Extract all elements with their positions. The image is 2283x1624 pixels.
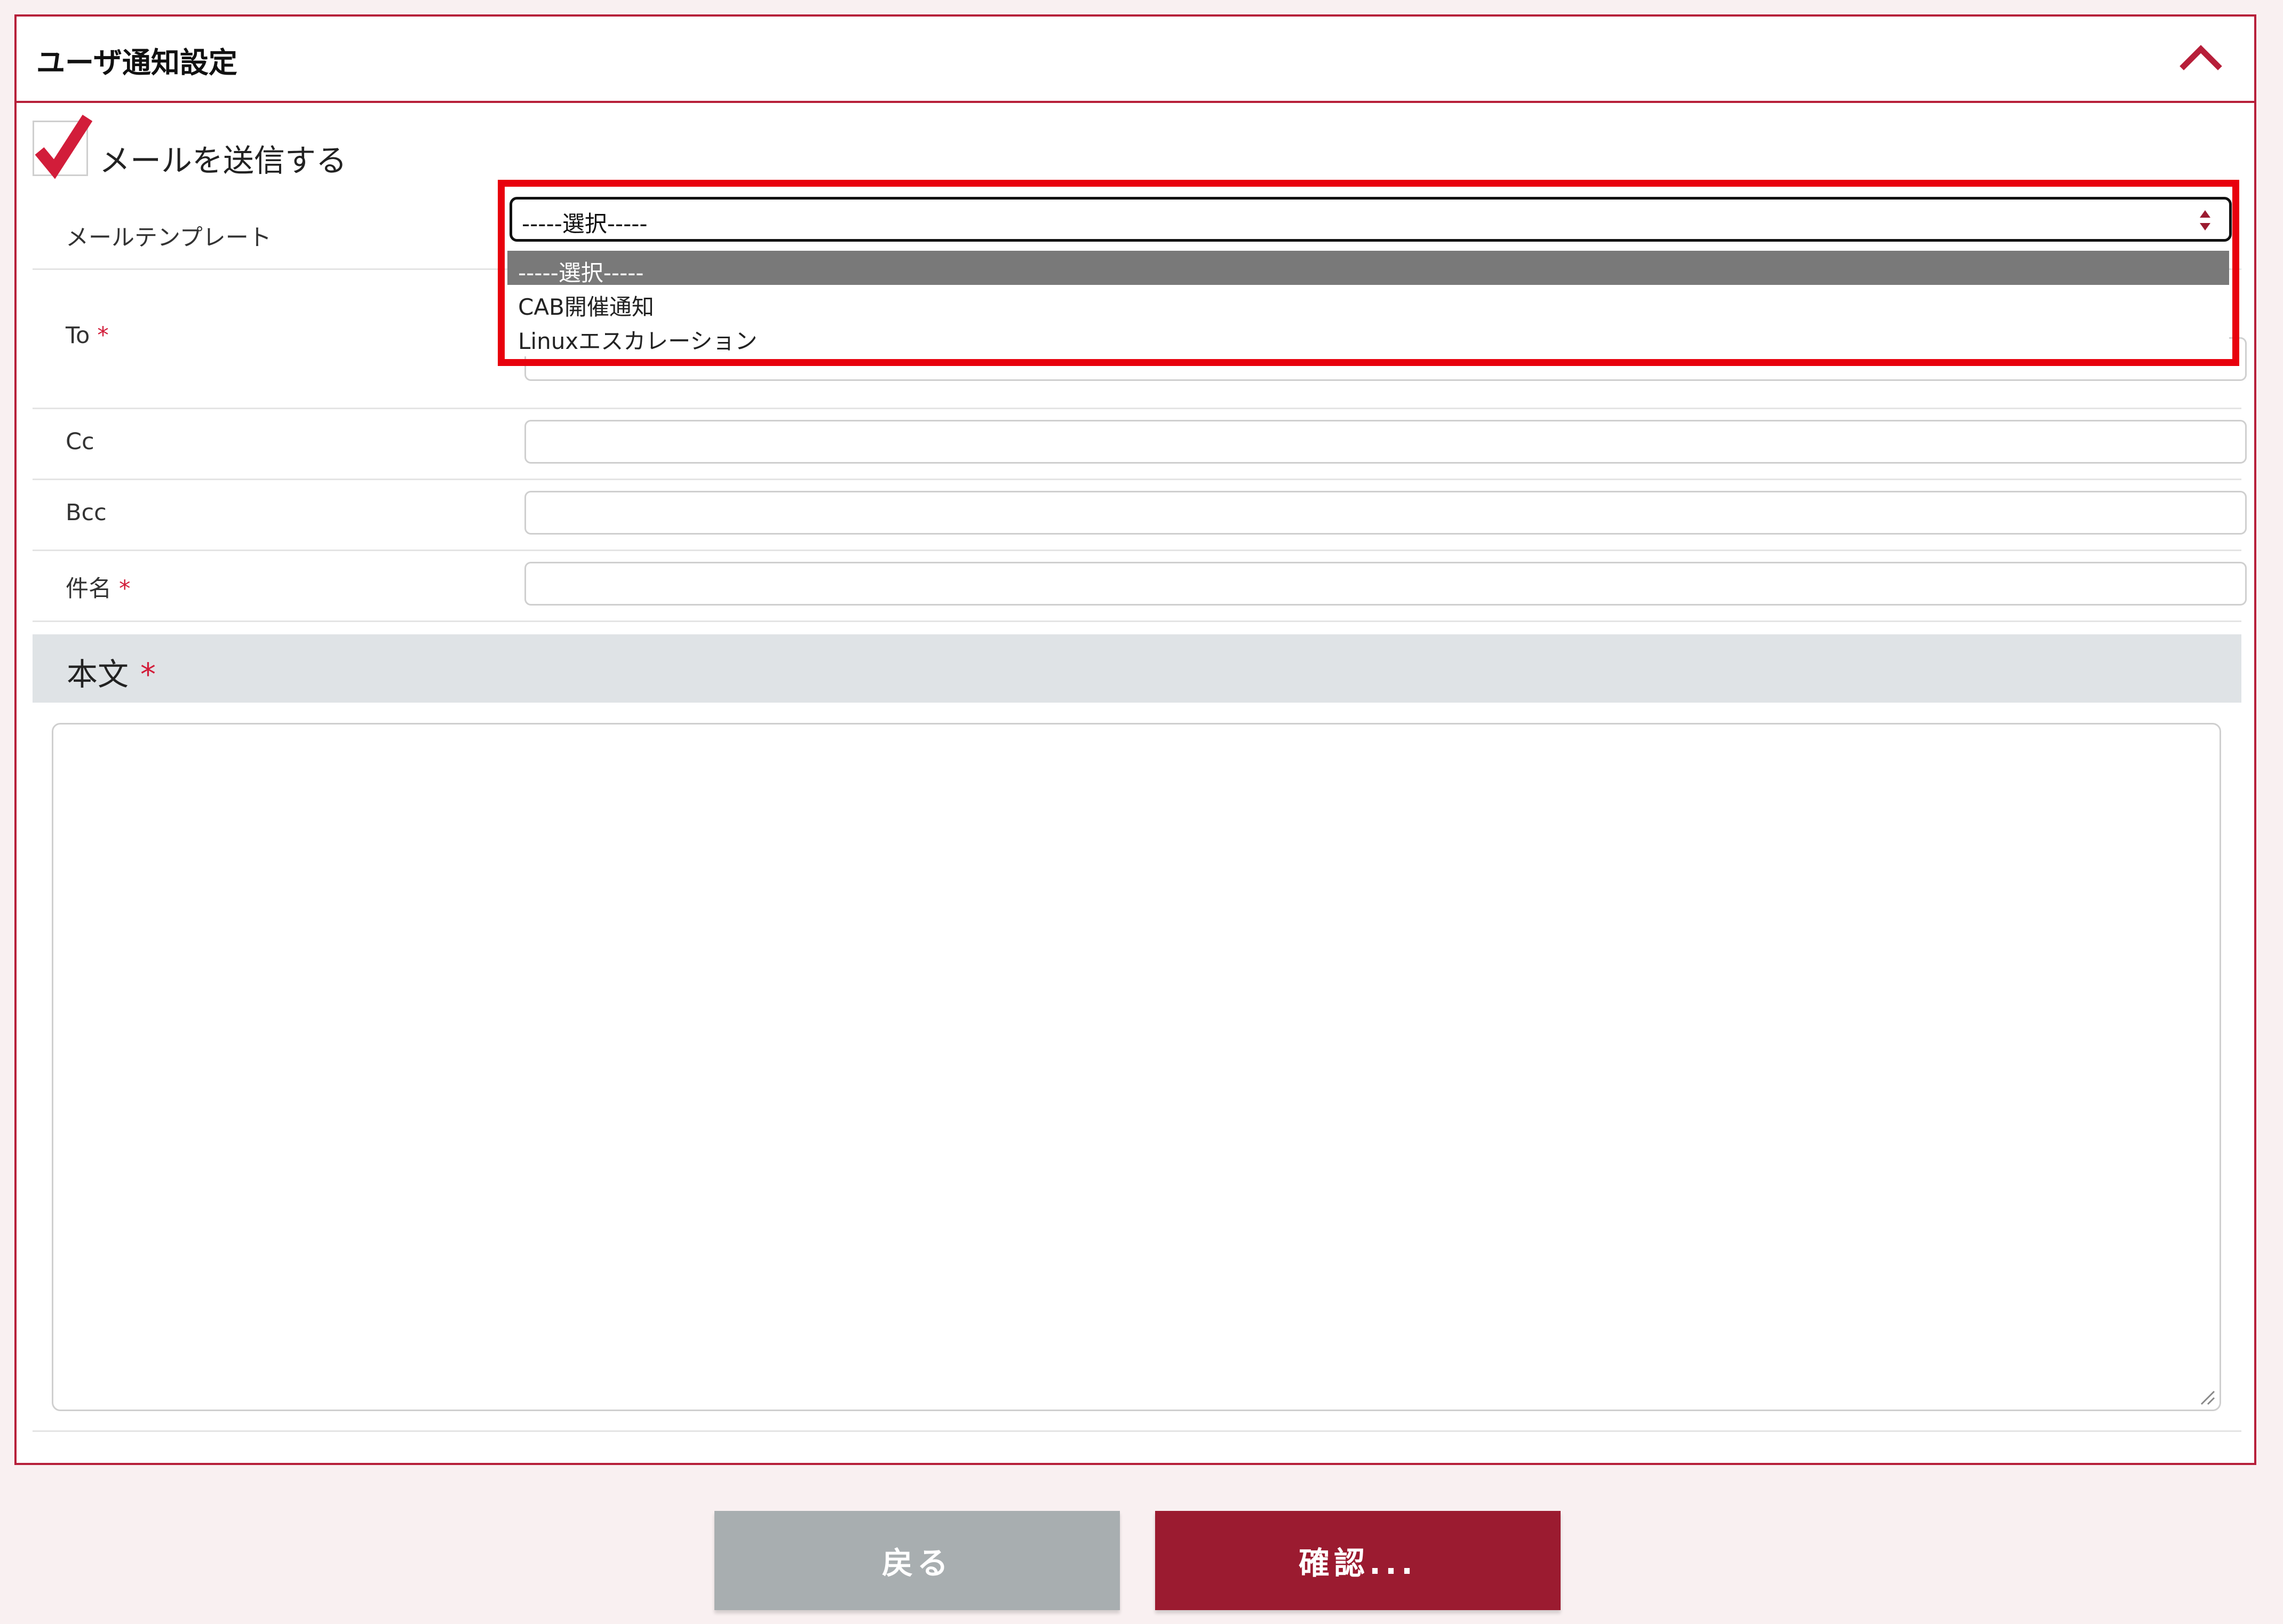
template-label: メールテンプレート xyxy=(66,225,272,251)
checkmark-icon xyxy=(35,115,93,179)
subject-label-wrap: 件名 * xyxy=(66,570,131,603)
send-mail-label: メールを送信する xyxy=(99,142,347,179)
to-label: To xyxy=(66,322,90,349)
cc-input[interactable] xyxy=(524,420,2247,464)
back-button[interactable]: 戻る xyxy=(714,1511,1120,1610)
bcc-label: Bcc xyxy=(66,499,107,526)
cc-label: Cc xyxy=(66,428,94,455)
subject-label: 件名 xyxy=(66,576,112,602)
body-textarea[interactable] xyxy=(52,723,2221,1411)
to-required-mark: * xyxy=(97,322,109,349)
send-mail-checkbox[interactable] xyxy=(33,115,93,179)
bcc-input[interactable] xyxy=(524,491,2247,535)
panel-title: ユーザ通知設定 xyxy=(36,46,237,79)
subject-row: 件名 * xyxy=(33,551,2247,622)
cc-row: Cc xyxy=(33,409,2247,480)
panel-header[interactable]: ユーザ通知設定 xyxy=(17,17,2254,103)
body-required-mark: * xyxy=(140,656,156,692)
body-label-wrap: 本文 * xyxy=(67,649,156,694)
subject-input[interactable] xyxy=(524,562,2247,606)
chevron-up-icon[interactable] xyxy=(2179,41,2222,73)
subject-required-mark: * xyxy=(119,576,131,602)
body-label: 本文 xyxy=(67,656,129,692)
confirm-button[interactable]: 確認... xyxy=(1155,1511,1561,1610)
bcc-row: Bcc xyxy=(33,480,2247,551)
resize-grip-icon[interactable] xyxy=(2198,1388,2216,1406)
to-label-wrap: To * xyxy=(66,322,109,349)
body-section-header: 本文 * xyxy=(33,634,2241,703)
divider xyxy=(33,1430,2241,1432)
highlight-frame xyxy=(498,180,2239,366)
